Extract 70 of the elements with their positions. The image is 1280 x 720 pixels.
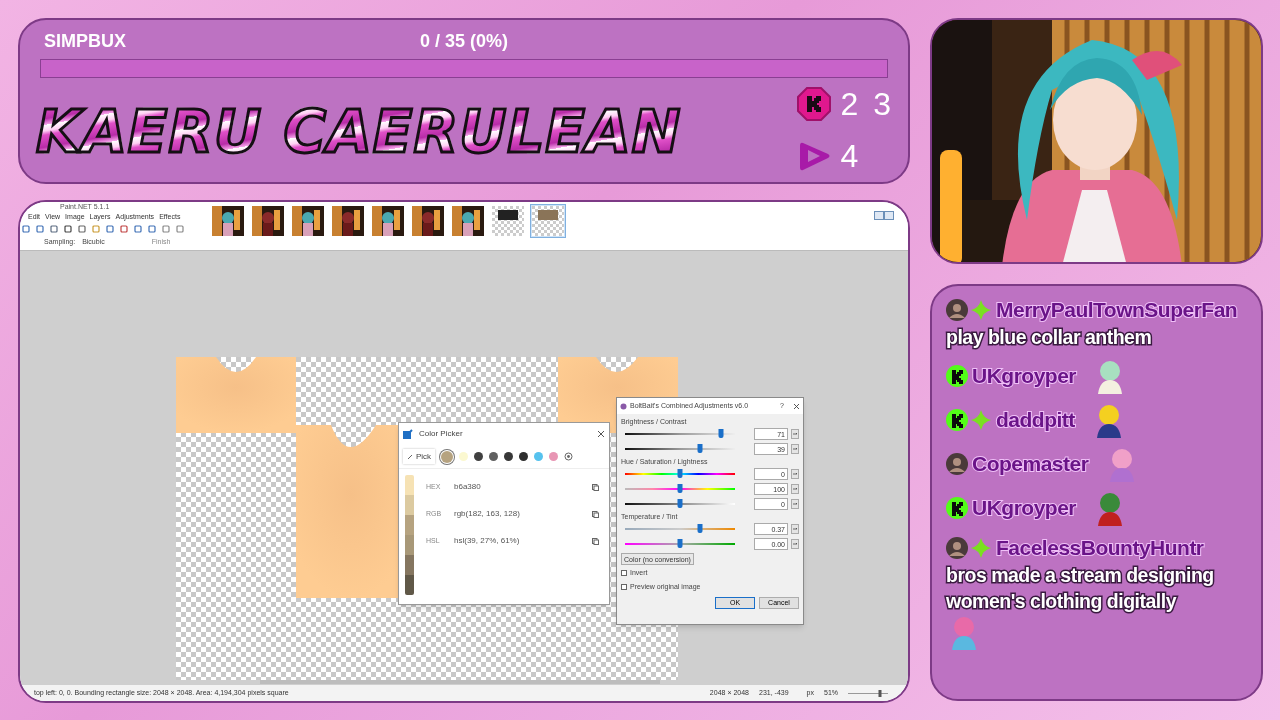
color-value: b6a380	[454, 481, 482, 493]
slider-thumb[interactable]	[677, 483, 683, 493]
copy-icon[interactable]	[592, 510, 599, 518]
color-swatch[interactable]	[489, 452, 499, 461]
shade-swatch[interactable]	[405, 495, 414, 515]
chat-message: bros made a stream designing women's clothing digitally	[946, 563, 1215, 614]
slider-thumb[interactable]	[677, 538, 683, 548]
sparkle-badge-icon	[970, 409, 992, 431]
shade-swatch[interactable]	[405, 515, 414, 535]
close-icon[interactable]	[597, 430, 605, 438]
view-toggle-icon[interactable]	[874, 211, 894, 220]
shade-swatch[interactable]	[405, 535, 414, 555]
slider-thumb[interactable]	[677, 468, 683, 478]
color-swatch[interactable]	[441, 450, 454, 463]
stat-count: 2 3	[840, 85, 894, 124]
slider-track[interactable]	[625, 487, 735, 490]
eyedropper-icon	[403, 429, 413, 439]
goal-label: SIMPBUX	[44, 30, 126, 53]
image-tab[interactable]	[330, 204, 366, 238]
slider-track[interactable]	[625, 502, 735, 505]
sparkle-badge-icon	[970, 537, 992, 559]
color-swatch[interactable]	[534, 452, 544, 461]
shade-swatch[interactable]	[405, 475, 414, 495]
color-swatch[interactable]	[519, 452, 529, 461]
color-value: rgb(182, 163, 128)	[454, 508, 521, 520]
user-avatar	[946, 299, 968, 321]
zoom-slider-thumb[interactable]	[878, 689, 882, 697]
scrollbar-thumb[interactable]	[260, 680, 660, 684]
slider-thumb[interactable]	[697, 523, 703, 533]
color-swatch[interactable]	[474, 452, 484, 461]
slider-track[interactable]	[625, 542, 735, 545]
user-avatar	[946, 453, 968, 475]
settings-icon[interactable]	[564, 452, 574, 461]
goal-progress-text: 0 / 35 (0%)	[419, 30, 508, 53]
app-icon	[620, 402, 627, 410]
copy-icon[interactable]	[592, 483, 599, 491]
close-icon[interactable]	[793, 402, 800, 410]
image-tab[interactable]	[370, 204, 406, 238]
shade-swatch[interactable]	[405, 555, 414, 575]
chat-message: play blue collar anthem	[946, 325, 1153, 350]
kick-badge-icon	[946, 497, 968, 519]
image-tab[interactable]	[210, 204, 246, 238]
pick-button[interactable]: Pick	[403, 449, 436, 464]
checkbox[interactable]	[621, 570, 627, 577]
slider-thumb[interactable]	[718, 428, 724, 438]
eyedropper-icon	[407, 453, 413, 460]
shade-swatch[interactable]	[405, 575, 414, 595]
color-swatch[interactable]	[459, 452, 469, 461]
image-tab[interactable]	[450, 204, 486, 238]
stat-count: 4	[840, 137, 862, 176]
checkbox[interactable]	[621, 583, 627, 590]
user-avatar	[946, 537, 968, 559]
image-tab[interactable]	[410, 204, 446, 238]
dialog-title: Color Picker	[419, 428, 464, 440]
slider-track[interactable]	[625, 447, 735, 450]
kick-badge-icon	[946, 365, 968, 387]
color-swatch[interactable]	[504, 452, 514, 461]
copy-icon[interactable]	[592, 537, 599, 545]
slider-thumb[interactable]	[697, 443, 703, 453]
kick-badge-icon	[946, 409, 968, 431]
sparkle-badge-icon	[970, 299, 992, 321]
slider-track[interactable]	[625, 432, 735, 435]
kick-logo-icon	[796, 87, 831, 121]
color-swatch[interactable]	[549, 452, 559, 461]
color-value: hsl(39, 27%, 61%)	[454, 535, 521, 547]
slider-track[interactable]	[625, 472, 735, 475]
image-tab[interactable]	[290, 204, 326, 238]
image-tab[interactable]	[250, 204, 286, 238]
slider-track[interactable]	[625, 527, 735, 530]
slider-thumb[interactable]	[677, 498, 683, 508]
